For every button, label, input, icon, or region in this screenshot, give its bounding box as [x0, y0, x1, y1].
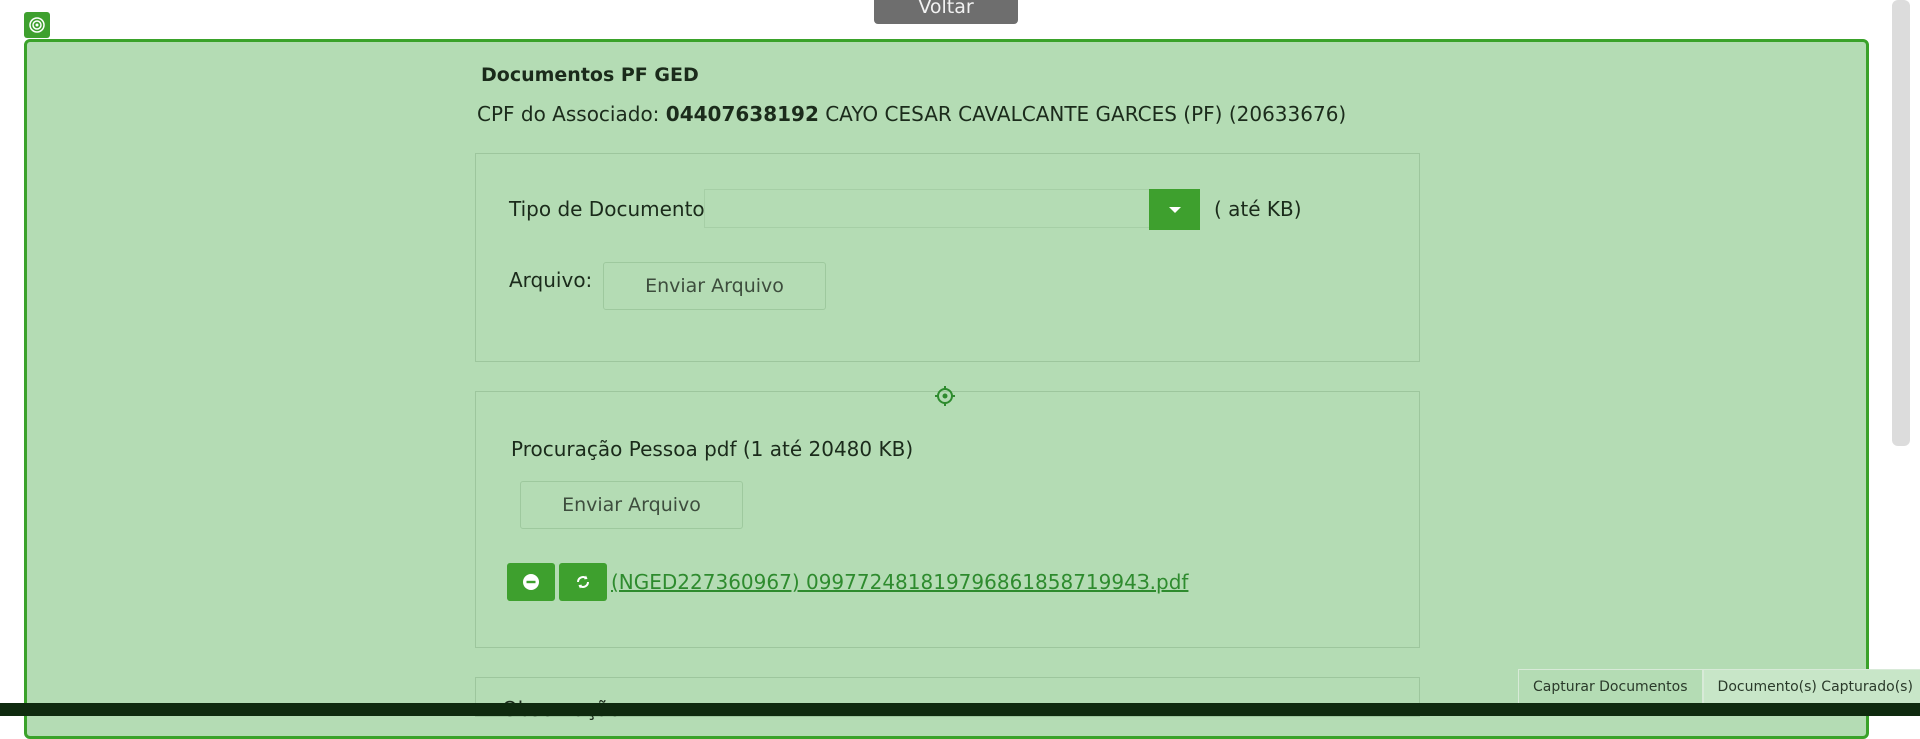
tab-documentos-capturados[interactable]: Documento(s) Capturado(s): [1702, 669, 1920, 705]
page-title: Documentos PF GED: [481, 64, 699, 86]
select-dropdown-button[interactable]: [1149, 189, 1200, 230]
send-procuracao-button[interactable]: Enviar Arquivo: [520, 481, 743, 529]
associate-name: CAYO CESAR CAVALCANTE GARCES (PF) (20633…: [825, 102, 1347, 126]
bottom-tabs: Capturar Documentos Documento(s) Captura…: [1518, 669, 1920, 705]
back-button[interactable]: Voltar: [874, 0, 1018, 24]
chevron-down-icon: [1168, 206, 1181, 213]
target-icon[interactable]: [24, 12, 50, 38]
scrollbar[interactable]: [1892, 0, 1910, 446]
size-hint: ( até KB): [1214, 197, 1302, 221]
send-file-button[interactable]: Enviar Arquivo: [603, 262, 826, 310]
associate-info-line: CPF do Associado: 04407638192 CAYO CESAR…: [477, 102, 1346, 126]
bottom-bar: [0, 703, 1920, 716]
document-type-label: Tipo de Documento:: [509, 197, 712, 221]
cpf-label: CPF do Associado:: [477, 102, 660, 126]
document-section-title: Procuração Pessoa pdf (1 até 20480 KB): [511, 437, 914, 461]
crosshair-icon[interactable]: [934, 385, 956, 407]
tab-capturar-documentos[interactable]: Capturar Documentos: [1518, 669, 1703, 705]
document-type-select[interactable]: [704, 189, 1200, 230]
remove-file-button[interactable]: [507, 563, 555, 601]
cpf-value: 04407638192: [665, 102, 819, 126]
minus-circle-icon: [523, 574, 539, 590]
refresh-icon: [577, 575, 589, 589]
upload-form-box: [475, 153, 1420, 362]
file-label: Arquivo:: [509, 268, 593, 292]
file-link[interactable]: (NGED227360967) 099772481819796861858719…: [611, 570, 1188, 594]
replace-file-button[interactable]: [559, 563, 607, 601]
